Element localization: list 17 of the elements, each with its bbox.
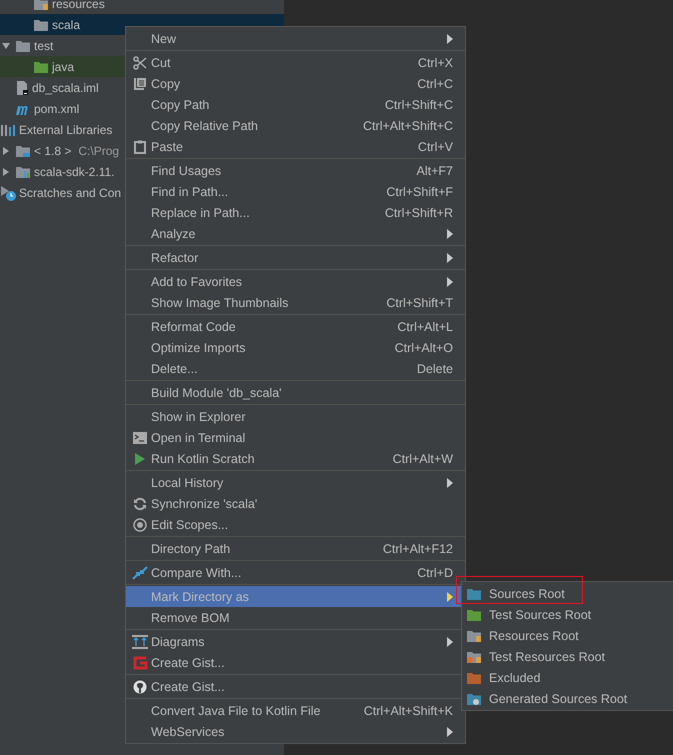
shortcut-text: Ctrl+Shift+T xyxy=(386,296,453,310)
shortcut-text: Ctrl+Alt+Shift+C xyxy=(363,118,453,132)
shortcut-text: Ctrl+V xyxy=(418,140,453,154)
shortcut-text: Ctrl+Alt+F12 xyxy=(382,542,453,556)
shortcut-text: Ctrl+Alt+W xyxy=(392,452,453,466)
shortcut-text: Delete xyxy=(416,362,453,376)
shortcut-text: Ctrl+Shift+C xyxy=(384,98,453,112)
shortcut-text: Ctrl+Alt+Shift+K xyxy=(364,704,453,718)
shortcut-text: Ctrl+Alt+L xyxy=(397,320,453,334)
path-text: C:\Prog xyxy=(78,144,120,158)
shortcut-text: Ctrl+Alt+O xyxy=(394,340,453,354)
shortcut-text: Ctrl+Shift+R xyxy=(384,206,453,220)
shortcut-text: Ctrl+X xyxy=(418,56,453,70)
shortcut-text: Ctrl+C xyxy=(417,76,453,90)
shortcut-text: Ctrl+D xyxy=(417,566,453,580)
shortcut-text: Alt+F7 xyxy=(416,164,453,178)
shortcut-text: Ctrl+Shift+F xyxy=(386,184,453,198)
